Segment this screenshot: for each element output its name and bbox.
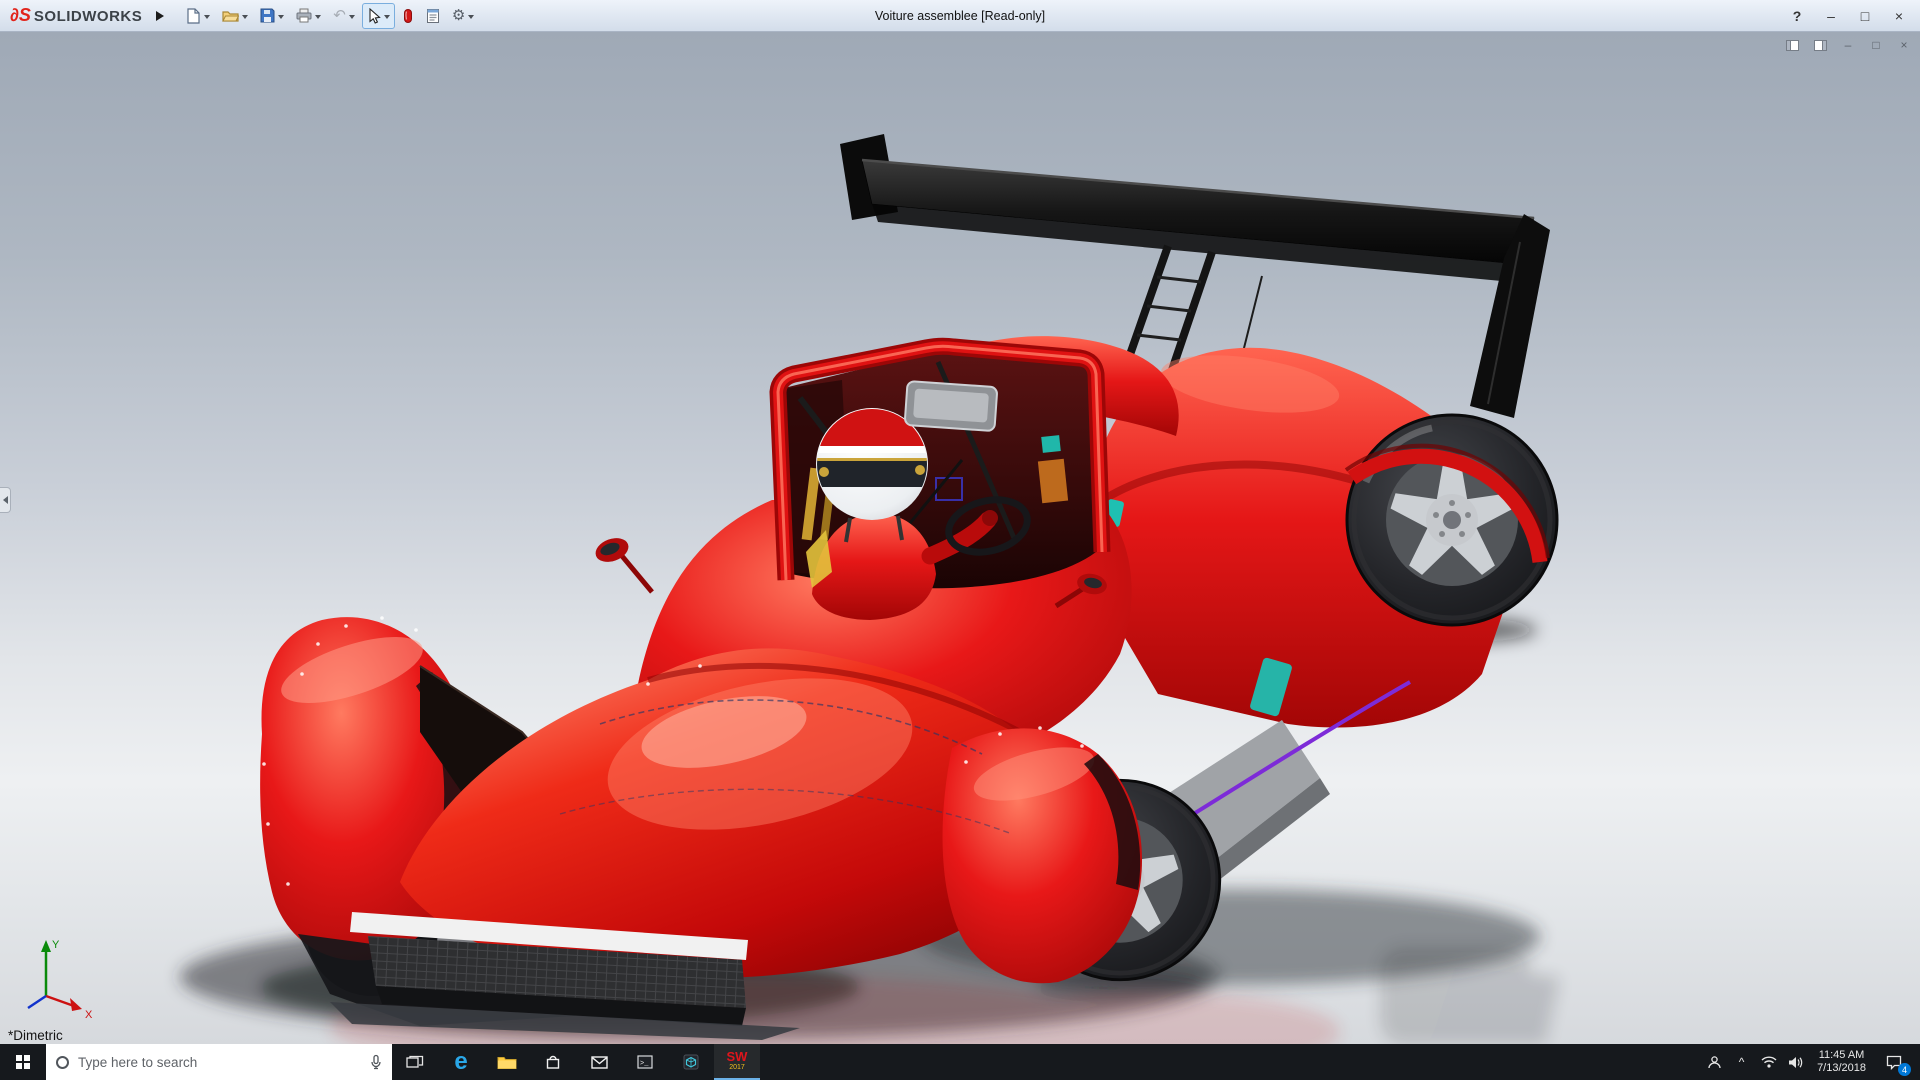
solidworks-logo: ∂S SOLIDWORKS [4,5,150,26]
store-button[interactable] [530,1044,576,1080]
document-properties-button[interactable] [421,3,445,29]
open-folder-icon [222,10,240,22]
open-button[interactable] [217,3,253,29]
command-prompt-button[interactable]: >_ [622,1044,668,1080]
dropdown-caret-icon [315,15,322,22]
task-view-button[interactable] [392,1044,438,1080]
window-controls: ? – □ × [1780,1,1916,31]
minimize-button[interactable]: – [1814,1,1848,31]
solidworks-logo-icon: ∂S [10,5,31,25]
cad-viewer-icon [683,1054,699,1070]
app-titlebar: ∂S SOLIDWORKS ↶ ⚙ Voiture assemblee [Rea… [0,0,1920,32]
dropdown-caret-icon [204,15,211,22]
maximize-button[interactable]: □ [1848,1,1882,31]
people-button[interactable] [1701,1044,1728,1080]
appearance-icon [403,8,412,23]
search-icon [56,1055,69,1069]
featuremanager-collapsed-tab[interactable] [0,487,11,514]
action-center-button[interactable]: 4 [1874,1044,1914,1080]
car-render [180,134,1920,1044]
file-explorer-icon [497,1056,517,1069]
speaker-icon [1788,1056,1802,1068]
right-front-fender [942,728,1143,984]
3d-viewport[interactable]: – □ × Y X *Dimetric [0,32,1920,1044]
edge-icon: e [454,1048,468,1075]
axis-y-label: Y [52,939,60,951]
people-icon [1708,1055,1721,1068]
collapse-arrow-icon [0,496,8,505]
document-window-controls: – □ × [1784,37,1912,53]
undo-icon: ↶ [333,7,346,24]
network-button[interactable] [1755,1044,1782,1080]
clock-time: 11:45 AM [1818,1049,1865,1061]
select-tool-button[interactable] [361,2,395,29]
edge-button[interactable]: e [438,1044,484,1080]
print-icon [296,8,312,23]
help-button[interactable]: ? [1780,1,1814,31]
dropdown-caret-icon [242,15,249,22]
document-close-button[interactable]: × [1896,37,1912,53]
solidworks-app-icon: SW 2017 [726,1049,748,1071]
wifi-icon [1761,1056,1777,1068]
mail-icon [590,1055,608,1069]
new-document-button[interactable] [181,3,215,29]
left-mirror [595,538,654,594]
desktop-screen: ∂S SOLIDWORKS ↶ ⚙ Voiture assemblee [Rea… [0,0,1920,1080]
notification-badge: 4 [1898,1063,1911,1076]
taskbar-clock[interactable]: 11:45 AM 7/13/2018 [1809,1049,1874,1075]
standard-toolbar: ↶ ⚙ [181,2,479,29]
mirror-housing [904,380,998,432]
svg-text:>_: >_ [640,1060,649,1068]
undo-button[interactable]: ↶ [328,3,360,29]
save-icon [260,8,275,23]
right-pane-toggle-button[interactable] [1812,37,1828,53]
new-document-icon [187,7,200,24]
cad-viewer-button[interactable] [668,1044,714,1080]
store-icon [546,1055,560,1069]
document-properties-icon [426,8,439,23]
document-minimize-button[interactable]: – [1840,37,1856,53]
dropdown-caret-icon [468,15,475,22]
print-button[interactable] [291,3,326,29]
system-tray: ^ 11:45 AM 7/13/2018 4 [1701,1044,1920,1080]
view-orientation-label: *Dimetric [8,1028,63,1043]
mail-button[interactable] [576,1044,622,1080]
command-prompt-icon: >_ [637,1055,653,1069]
left-pane-toggle-button[interactable] [1784,37,1800,53]
dropdown-caret-icon [278,15,285,22]
gear-icon: ⚙ [451,7,466,24]
save-button[interactable] [255,3,289,29]
solidworks-brand-name: SOLIDWORKS [33,8,143,25]
microphone-icon[interactable] [370,1054,382,1070]
search-input[interactable] [78,1054,361,1070]
appearance-button[interactable] [397,3,419,29]
dropdown-caret-icon [348,15,355,22]
axis-x-label: X [85,1009,93,1021]
file-explorer-button[interactable] [484,1044,530,1080]
select-cursor-icon [369,7,381,24]
document-restore-button[interactable]: □ [1868,37,1884,53]
volume-button[interactable] [1782,1044,1809,1080]
close-button[interactable]: × [1882,1,1916,31]
windows-taskbar: e >_ SW 2017 ^ [0,1044,1920,1080]
hidden-icons-button[interactable]: ^ [1728,1044,1755,1080]
dropdown-caret-icon [383,15,390,22]
solidworks-app-button[interactable]: SW 2017 [714,1044,760,1080]
start-button[interactable] [0,1044,46,1080]
orientation-triad: Y X [27,939,93,1021]
clock-date: 7/13/2018 [1817,1062,1866,1074]
toolbar-flyout-icon[interactable] [156,10,169,21]
options-button[interactable]: ⚙ [447,3,479,29]
taskbar-search-box[interactable] [46,1044,392,1080]
windows-logo-icon [15,1054,31,1070]
task-view-icon [406,1055,424,1068]
